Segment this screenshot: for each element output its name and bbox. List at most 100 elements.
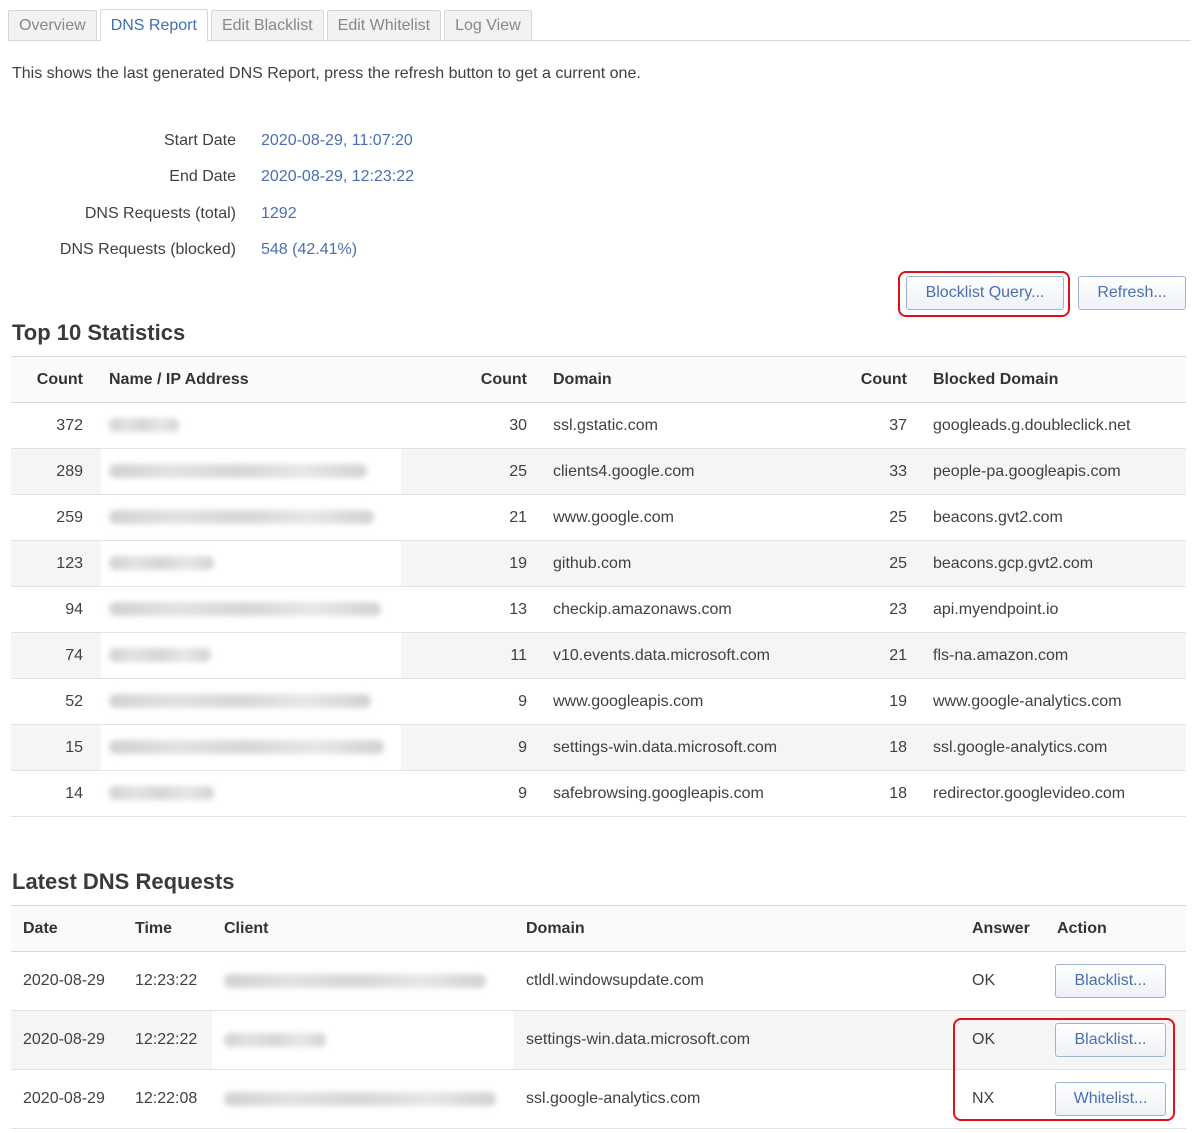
blocked-count: 21 [795, 632, 925, 679]
domain-count: 30 [401, 402, 545, 449]
info-end-date: End Date 2020-08-29, 12:23:22 [0, 168, 600, 194]
col-name-ip: Name / IP Address [101, 356, 401, 403]
domain-count: 9 [401, 678, 545, 725]
client-name-redacted [101, 724, 401, 771]
tab-edit-blacklist[interactable]: Edit Blacklist [210, 10, 324, 40]
client-count: 259 [11, 494, 101, 541]
tab-dns-report[interactable]: DNS Report [99, 9, 208, 41]
info-label: Start Date [163, 132, 236, 149]
client-count: 52 [11, 678, 101, 725]
table-row: 2020-08-29 12:22:22 settings-win.data.mi… [11, 1010, 1186, 1070]
table-row: 372 30 ssl.gstatic.com 37 googleads.g.do… [11, 402, 1186, 449]
whitelist-button[interactable]: Whitelist... [1055, 1082, 1166, 1116]
client-name-redacted [101, 632, 401, 679]
info-value: 1292 [261, 205, 297, 222]
blocked-domain: beacons.gcp.gvt2.com [925, 540, 1186, 587]
client-name-redacted [101, 448, 401, 495]
info-value: 2020-08-29, 11:07:20 [261, 132, 413, 149]
client-name-redacted [101, 770, 401, 817]
client-count: 372 [11, 402, 101, 449]
table-row: 52 9 www.googleapis.com 19 www.google-an… [11, 678, 1186, 725]
domain: checkip.amazonaws.com [545, 586, 795, 633]
col-blocked-domain: Blocked Domain [925, 356, 1186, 403]
table-row: 94 13 checkip.amazonaws.com 23 api.myend… [11, 586, 1186, 633]
col-domain: Domain [545, 356, 795, 403]
domain-count: 21 [401, 494, 545, 541]
request-time: 12:22:22 [123, 1010, 212, 1070]
blocked-count: 18 [795, 770, 925, 817]
blocked-count: 37 [795, 402, 925, 449]
client-count: 74 [11, 632, 101, 679]
info-label: DNS Requests (blocked) [59, 241, 236, 258]
domain-count: 9 [401, 770, 545, 817]
col-count: Count [795, 356, 925, 403]
table-row: 74 11 v10.events.data.microsoft.com 21 f… [11, 632, 1186, 679]
action-cell: Whitelist... [1046, 1069, 1186, 1129]
col-client: Client [212, 905, 514, 952]
client-name-redacted [101, 540, 401, 587]
blocked-domain: beacons.gvt2.com [925, 494, 1186, 541]
col-answer: Answer [960, 905, 1046, 952]
blacklist-button[interactable]: Blacklist... [1055, 964, 1166, 998]
request-date: 2020-08-29 [11, 1069, 123, 1129]
blocked-domain: googleads.g.doubleclick.net [925, 402, 1186, 449]
tab-edit-whitelist[interactable]: Edit Whitelist [326, 10, 442, 40]
intro-text: This shows the last generated DNS Report… [12, 65, 641, 82]
domain: clients4.google.com [545, 448, 795, 495]
tab-log-view[interactable]: Log View [444, 10, 532, 40]
blocked-count: 33 [795, 448, 925, 495]
domain-count: 11 [401, 632, 545, 679]
request-date: 2020-08-29 [11, 951, 123, 1011]
domain-count: 9 [401, 724, 545, 771]
col-count: Count [11, 356, 101, 403]
col-count: Count [401, 356, 545, 403]
table-row: 14 9 safebrowsing.googleapis.com 18 redi… [11, 770, 1186, 817]
request-date: 2020-08-29 [11, 1010, 123, 1070]
blacklist-button[interactable]: Blacklist... [1055, 1023, 1166, 1057]
col-time: Time [123, 905, 212, 952]
domain: safebrowsing.googleapis.com [545, 770, 795, 817]
info-label: DNS Requests (total) [84, 205, 236, 222]
info-requests-blocked: DNS Requests (blocked) 548 (42.41%) [0, 241, 600, 267]
blocked-count: 25 [795, 540, 925, 587]
client-count: 94 [11, 586, 101, 633]
latest-title: Latest DNS Requests [12, 869, 235, 894]
action-cell: Blacklist... [1046, 951, 1186, 1011]
client-name-redacted [101, 402, 401, 449]
top10-table: Count Name / IP Address Count Domain Cou… [11, 356, 1186, 817]
action-cell: Blacklist... [1046, 1010, 1186, 1070]
table-header-row: Count Name / IP Address Count Domain Cou… [11, 356, 1186, 403]
blocklist-query-button[interactable]: Blocklist Query... [906, 276, 1064, 310]
domain: ssl.gstatic.com [545, 402, 795, 449]
domain: www.google.com [545, 494, 795, 541]
table-row: 289 25 clients4.google.com 33 people-pa.… [11, 448, 1186, 495]
blocked-count: 18 [795, 724, 925, 771]
domain: v10.events.data.microsoft.com [545, 632, 795, 679]
request-answer: NX [960, 1069, 1046, 1129]
domain-count: 19 [401, 540, 545, 587]
request-domain: settings-win.data.microsoft.com [514, 1010, 960, 1070]
latest-table: Date Time Client Domain Answer Action 20… [11, 905, 1186, 1129]
refresh-button[interactable]: Refresh... [1078, 276, 1186, 310]
table-row: 123 19 github.com 25 beacons.gcp.gvt2.co… [11, 540, 1186, 587]
info-start-date: Start Date 2020-08-29, 11:07:20 [0, 132, 600, 158]
table-row: 15 9 settings-win.data.microsoft.com 18 … [11, 724, 1186, 771]
request-domain: ctldl.windowsupdate.com [514, 951, 960, 1011]
request-answer: OK [960, 951, 1046, 1011]
blocked-count: 19 [795, 678, 925, 725]
client-count: 289 [11, 448, 101, 495]
request-domain: ssl.google-analytics.com [514, 1069, 960, 1129]
request-time: 12:22:08 [123, 1069, 212, 1129]
client-name-redacted [101, 586, 401, 633]
info-value: 2020-08-29, 12:23:22 [261, 168, 415, 185]
tab-bar: Overview DNS Report Edit Blacklist Edit … [8, 9, 1191, 41]
blocked-domain: www.google-analytics.com [925, 678, 1186, 725]
tab-overview[interactable]: Overview [8, 10, 97, 40]
table-row: 259 21 www.google.com 25 beacons.gvt2.co… [11, 494, 1186, 541]
client-redacted [212, 1010, 514, 1070]
blocked-count: 25 [795, 494, 925, 541]
table-header-row: Date Time Client Domain Answer Action [11, 905, 1186, 952]
domain: www.googleapis.com [545, 678, 795, 725]
request-time: 12:23:22 [123, 951, 212, 1011]
domain: github.com [545, 540, 795, 587]
